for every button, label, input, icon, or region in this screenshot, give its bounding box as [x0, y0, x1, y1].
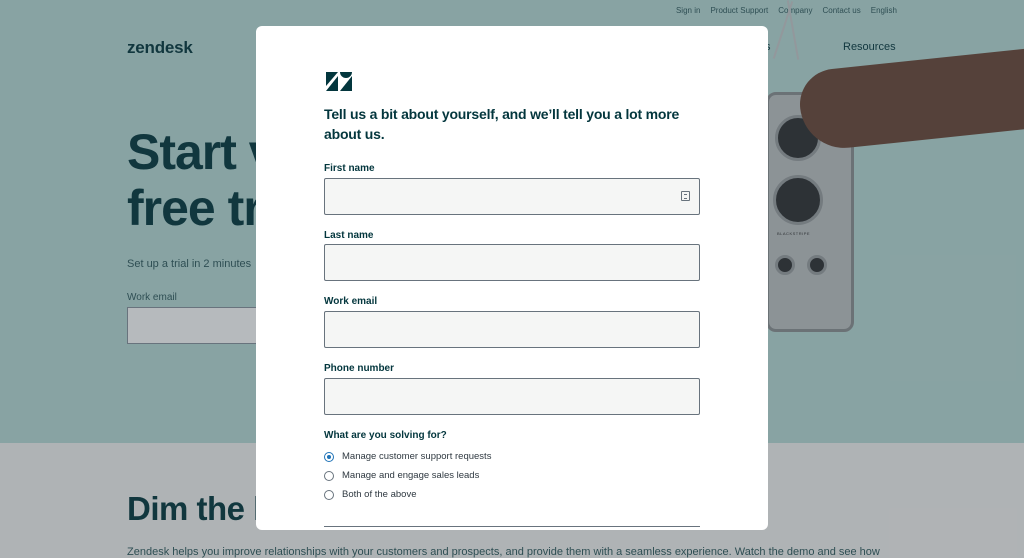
solving-for-label: What are you solving for?	[324, 430, 447, 441]
next-field-edge	[324, 526, 700, 530]
signup-modal: Tell us a bit about yourself, and we’ll …	[256, 26, 768, 530]
radio-option-label: Manage and engage sales leads	[342, 470, 480, 481]
autofill-contact-icon[interactable]	[681, 191, 690, 201]
radio-option-sales[interactable]: Manage and engage sales leads	[324, 470, 479, 481]
phone-number-input[interactable]	[324, 378, 700, 415]
last-name-input[interactable]	[324, 244, 700, 281]
last-name-label: Last name	[324, 230, 374, 241]
radio-button[interactable]	[324, 470, 334, 481]
first-name-input[interactable]	[324, 178, 700, 215]
work-email-input[interactable]	[324, 311, 700, 348]
radio-option-both[interactable]: Both of the above	[324, 489, 416, 500]
first-name-label: First name	[324, 163, 375, 174]
zendesk-logo-icon	[326, 72, 352, 91]
phone-number-label: Phone number	[324, 363, 395, 374]
radio-option-support[interactable]: Manage customer support requests	[324, 451, 491, 462]
modal-heading: Tell us a bit about yourself, and we’ll …	[324, 106, 680, 142]
radio-option-label: Both of the above	[342, 489, 417, 500]
work-email-label: Work email	[324, 296, 378, 307]
radio-button[interactable]	[324, 489, 334, 500]
radio-option-label: Manage customer support requests	[342, 451, 492, 462]
radio-button-checked[interactable]	[324, 451, 334, 462]
